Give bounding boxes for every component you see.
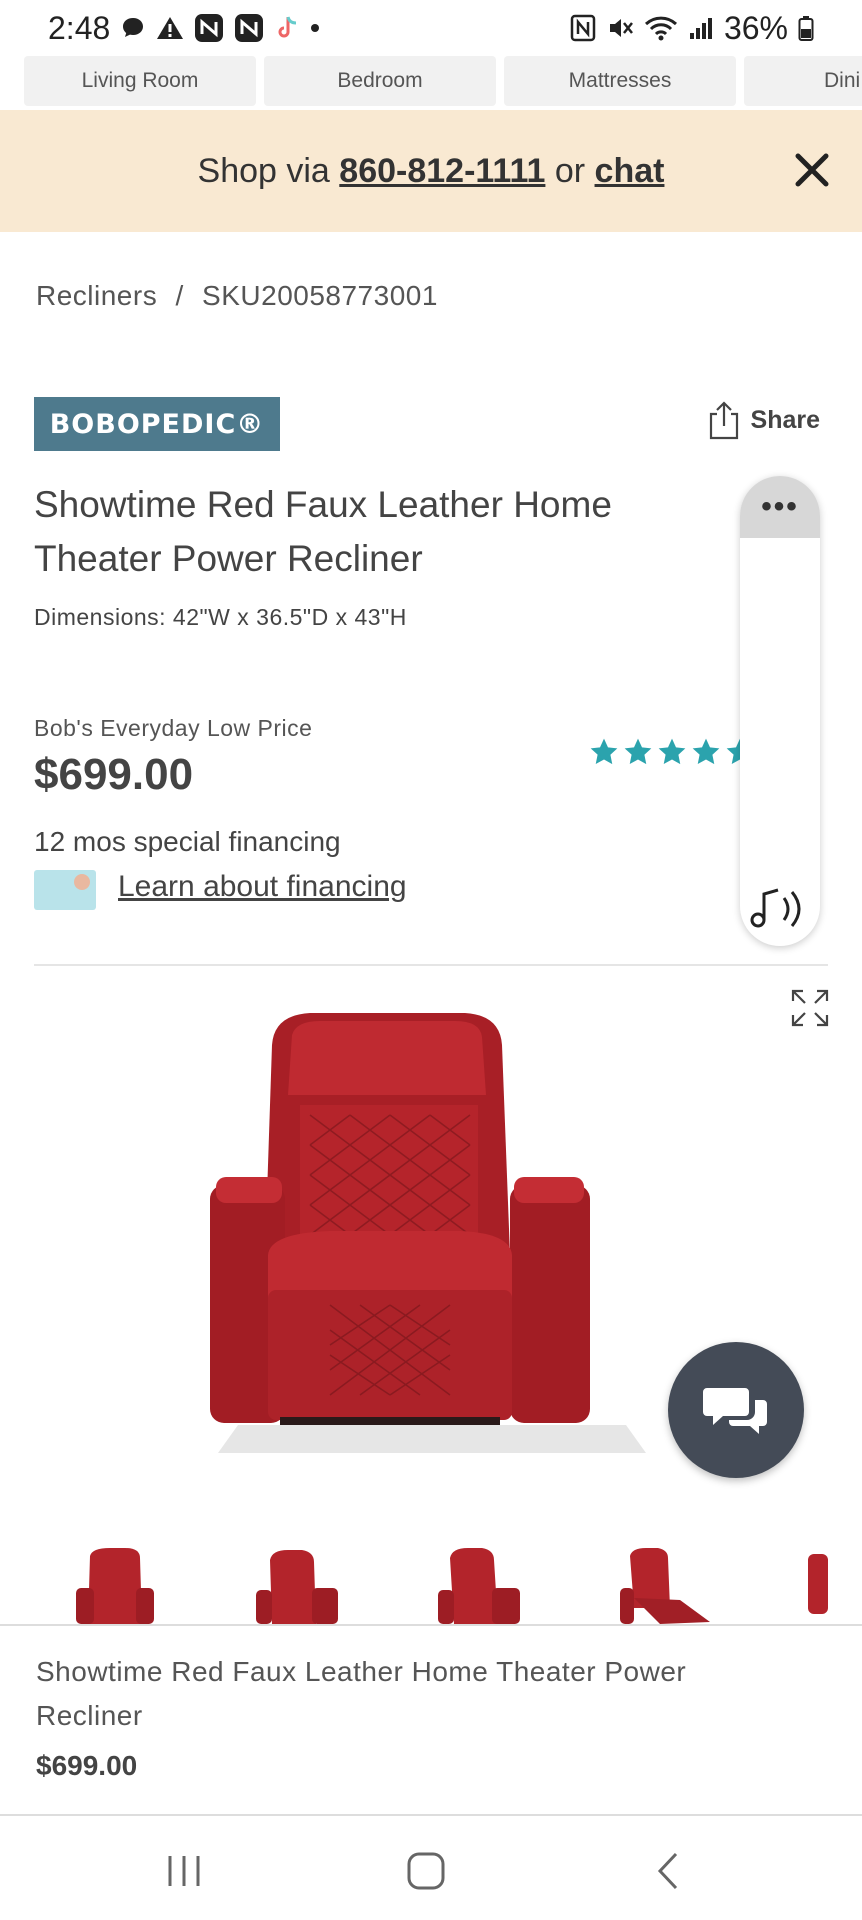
product-dimensions: Dimensions: 42"W x 36.5"D x 43"H: [34, 604, 407, 630]
share-button[interactable]: Share: [707, 400, 820, 440]
learn-financing-link[interactable]: Learn about financing: [118, 870, 407, 904]
thumbnail-5[interactable]: [808, 1548, 830, 1624]
promo-prefix: Shop via: [197, 151, 340, 190]
battery-icon: [798, 15, 814, 41]
thumbnail-2[interactable]: [252, 1548, 342, 1624]
promo-banner: Shop via 860-812-1111 or chat: [0, 110, 862, 232]
wifi-icon: [644, 14, 678, 42]
notification-app-icon: [194, 13, 224, 43]
mute-icon: [606, 14, 634, 42]
thumbnail-3[interactable]: [436, 1548, 526, 1624]
star-icon: [590, 738, 618, 765]
thumbnail-1[interactable]: [70, 1548, 160, 1624]
message-icon: [120, 15, 146, 41]
status-right: 36%: [570, 10, 814, 47]
product-price: $699.00: [34, 750, 194, 799]
section-divider: [34, 964, 828, 966]
sticky-product-title: Showtime Red Faux Leather Home Theater P…: [36, 1656, 687, 1731]
star-icon: [624, 738, 652, 765]
star-rating[interactable]: [588, 736, 756, 768]
more-options-button[interactable]: •••: [740, 476, 820, 538]
back-icon[interactable]: [638, 1846, 698, 1896]
floating-side-widget[interactable]: •••: [740, 476, 820, 946]
product-title: Showtime Red Faux Leather Home Theater P…: [34, 484, 612, 579]
tab-mattresses[interactable]: Mattresses: [504, 56, 736, 106]
tab-living-room[interactable]: Living Room: [24, 56, 256, 106]
sticky-product-bar: Showtime Red Faux Leather Home Theater P…: [0, 1624, 862, 1814]
product-image-recliner[interactable]: [210, 1005, 660, 1465]
chat-button[interactable]: [668, 1342, 804, 1478]
thumbnail-4[interactable]: [620, 1548, 710, 1624]
category-tabs: Living Room Bedroom Mattresses Dini: [0, 56, 862, 108]
share-icon: [709, 401, 738, 440]
status-bar: 2:48 36%: [0, 0, 862, 56]
tab-dining[interactable]: Dini: [744, 56, 862, 106]
expand-icon[interactable]: [790, 988, 830, 1028]
brand-logo[interactable]: BOBOPEDIC®: [34, 397, 280, 451]
star-icon: [692, 738, 720, 765]
chat-icon: [703, 1388, 767, 1434]
notification-app-icon-2: [234, 13, 264, 43]
tiktok-icon: [274, 14, 300, 42]
star-icon: [658, 738, 686, 765]
promo-chat-link[interactable]: chat: [595, 152, 665, 191]
price-label: Bob's Everyday Low Price: [34, 715, 313, 741]
battery-percent: 36%: [723, 9, 788, 46]
warning-icon: [156, 15, 184, 41]
nfc-icon: [570, 14, 596, 42]
close-icon[interactable]: [790, 148, 834, 192]
recent-apps-icon[interactable]: [154, 1846, 214, 1896]
promo-middle: or: [545, 151, 595, 190]
breadcrumb-sku: SKU20058773001: [202, 280, 438, 311]
clock: 2:48: [48, 9, 111, 46]
breadcrumb-recliners[interactable]: Recliners: [36, 280, 157, 311]
status-left: 2:48: [48, 10, 320, 47]
financing-headline: 12 mos special financing: [34, 826, 341, 857]
audio-icon[interactable]: [750, 884, 810, 934]
dot-icon: [310, 23, 320, 33]
thumbnail-strip: [0, 1548, 830, 1624]
sticky-product-price: $699.00: [36, 1750, 138, 1781]
signal-icon: [688, 15, 714, 41]
breadcrumb-separator: /: [175, 280, 184, 311]
tab-bedroom[interactable]: Bedroom: [264, 56, 496, 106]
share-label: Share: [750, 405, 820, 434]
promo-phone-link[interactable]: 860-812-1111: [339, 152, 545, 191]
system-nav-bar: [0, 1814, 862, 1920]
breadcrumb: Recliners / SKU20058773001: [36, 280, 448, 312]
credit-card-image: [34, 870, 96, 910]
home-icon[interactable]: [396, 1846, 456, 1896]
